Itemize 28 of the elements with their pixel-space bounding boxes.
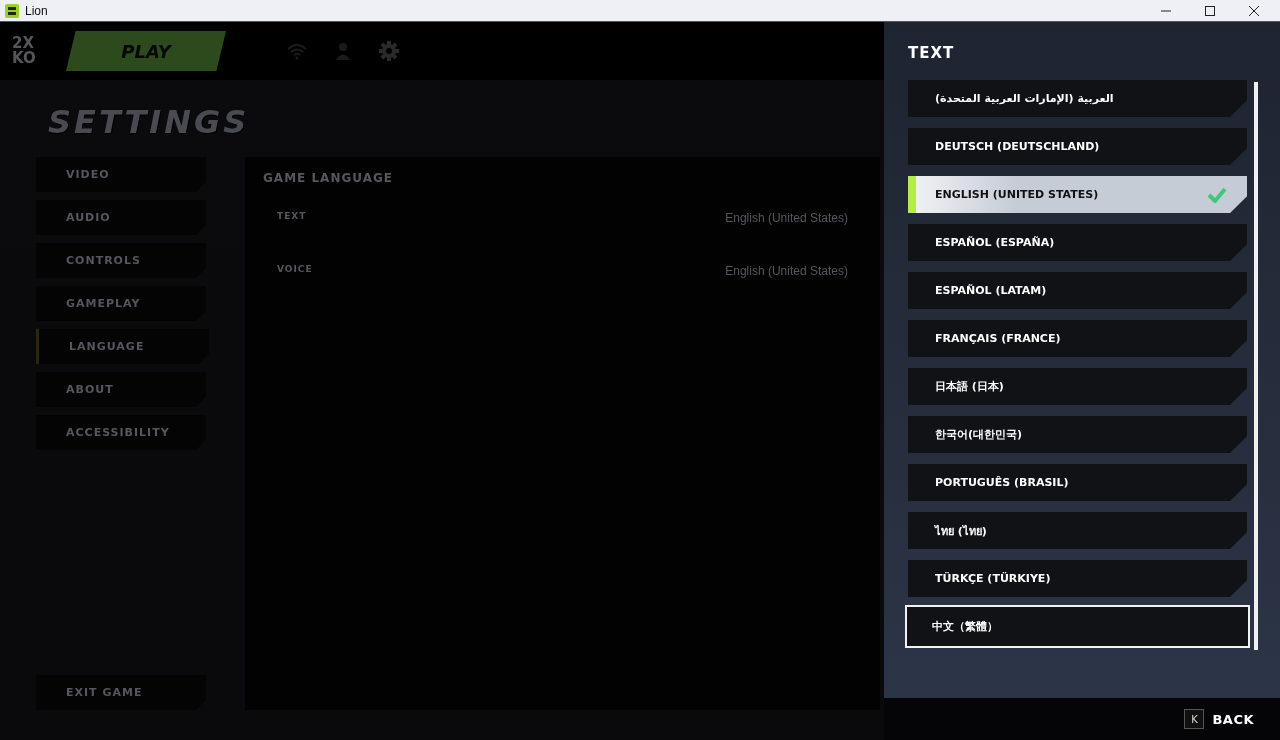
language-option[interactable]: العربية (الإمارات العربية المتحدة)	[908, 80, 1247, 117]
language-option[interactable]: 日本語 (日本)	[908, 368, 1247, 405]
language-option[interactable]: PORTUGUÊS (BRASIL)	[908, 464, 1247, 501]
language-option[interactable]: DEUTSCH (DEUTSCHLAND)	[908, 128, 1247, 165]
section-heading: GAME LANGUAGE	[263, 171, 394, 185]
window-title: Lion	[25, 3, 48, 18]
maximize-icon[interactable]	[1204, 4, 1216, 17]
back-button[interactable]: BACK	[1212, 711, 1254, 727]
language-option[interactable]: TÜRKÇE (TÜRKIYE)	[908, 560, 1247, 597]
language-option[interactable]: ENGLISH (UNITED STATES)	[908, 176, 1247, 213]
setting-label: TEXT	[277, 211, 307, 223]
page-title: SETTINGS	[48, 102, 250, 141]
language-option[interactable]: FRANÇAIS (FRANCE)	[908, 320, 1247, 357]
game-logo: 2X KO	[12, 36, 37, 66]
language-option[interactable]: 한국어(대한민국)	[908, 416, 1247, 453]
checkmark-icon	[1207, 186, 1227, 203]
language-option[interactable]: ไทย (ไทย)	[908, 512, 1247, 549]
setting-label: VOICE	[277, 264, 313, 276]
scrollbar[interactable]	[1254, 82, 1258, 650]
language-option[interactable]: ESPAÑOL (LATAM)	[908, 272, 1247, 309]
close-icon[interactable]	[1248, 4, 1260, 17]
picker-title: TEXT	[908, 44, 956, 62]
app-logo-icon	[5, 3, 19, 18]
wifi-icon[interactable]	[286, 42, 308, 60]
key-hint: K	[1184, 709, 1205, 729]
language-option[interactable]: ESPAÑOL (ESPAÑA)	[908, 224, 1247, 261]
person-icon[interactable]	[334, 41, 352, 61]
language-option[interactable]: 中文（繁體）	[905, 605, 1250, 648]
